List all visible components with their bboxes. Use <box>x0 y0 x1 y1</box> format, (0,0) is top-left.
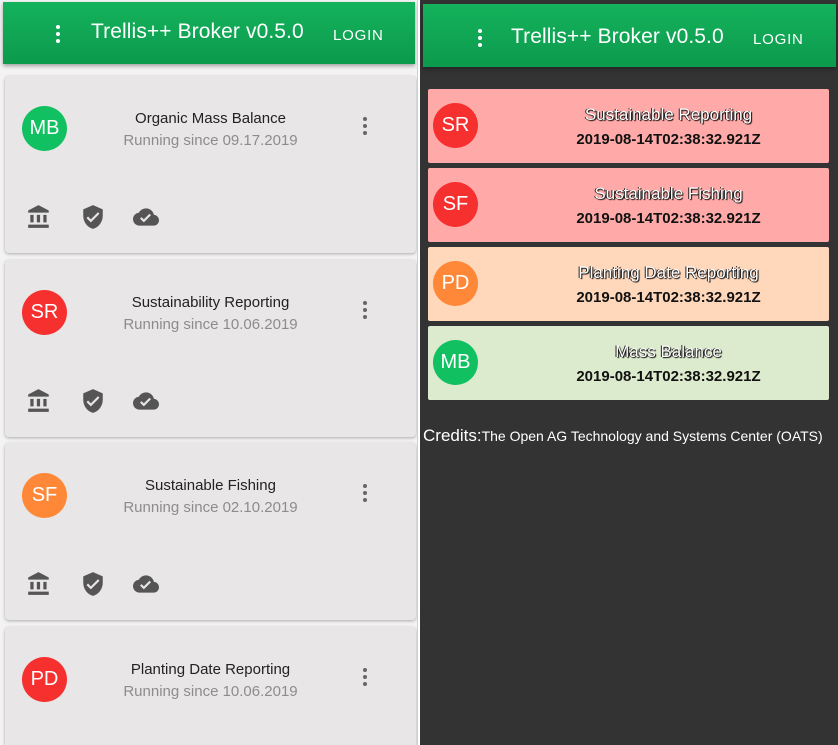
card-menu-icon[interactable] <box>355 665 375 689</box>
left-screen: Trellis++ Broker v0.5.0 LOGIN MB Organic… <box>0 0 418 745</box>
status-item-sustainable-reporting[interactable]: SR Sustainable Reporting 2019-08-14T02:3… <box>428 89 829 163</box>
avatar: SF <box>22 473 67 518</box>
card-menu-icon[interactable] <box>355 114 375 138</box>
card-menu-icon[interactable] <box>355 298 375 322</box>
status-timestamp: 2019-08-14T02:38:32.921Z <box>576 368 761 385</box>
avatar: SR <box>22 290 67 335</box>
bank-icon[interactable] <box>24 571 54 597</box>
login-button[interactable]: LOGIN <box>333 27 384 44</box>
avatar: SF <box>433 182 478 227</box>
service-card-sustainability-reporting[interactable]: SR Sustainability Reporting Running sinc… <box>5 260 416 437</box>
card-subtitle: Running since 02.10.2019 <box>123 499 298 516</box>
status-item-mass-balance[interactable]: MB Mass Balance 2019-08-14T02:38:32.921Z <box>428 326 829 400</box>
status-title: Planting Date Reporting <box>578 263 759 282</box>
card-title: Sustainable Fishing <box>145 477 276 494</box>
app-bar: Trellis++ Broker v0.5.0 LOGIN <box>3 2 415 64</box>
service-card-mass-balance[interactable]: MB Organic Mass Balance Running since 09… <box>5 76 416 253</box>
card-subtitle: Running since 10.06.2019 <box>123 683 298 700</box>
avatar: PD <box>22 657 67 702</box>
credits-label: Credits: <box>423 426 482 445</box>
app-title: Trellis++ Broker v0.5.0 <box>91 20 304 43</box>
status-item-sustainable-fishing[interactable]: SF Sustainable Fishing 2019-08-14T02:38:… <box>428 168 829 242</box>
avatar: SR <box>433 103 478 148</box>
card-title: Organic Mass Balance <box>135 110 286 127</box>
shield-check-icon[interactable] <box>78 204 108 230</box>
status-timestamp: 2019-08-14T02:38:32.921Z <box>576 131 761 148</box>
card-title: Sustainability Reporting <box>131 294 290 311</box>
cloud-check-icon[interactable] <box>131 204 161 230</box>
app-title: Trellis++ Broker v0.5.0 <box>511 25 724 48</box>
cloud-check-icon[interactable] <box>131 388 161 414</box>
credits-text: The Open AG Technology and Systems Cente… <box>481 428 823 444</box>
app-bar: Trellis++ Broker v0.5.0 LOGIN <box>423 4 836 67</box>
bank-icon[interactable] <box>24 204 54 230</box>
login-button[interactable]: LOGIN <box>753 31 804 48</box>
card-subtitle: Running since 09.17.2019 <box>123 132 298 149</box>
menu-icon[interactable] <box>469 27 491 49</box>
bank-icon[interactable] <box>24 388 54 414</box>
status-timestamp: 2019-08-14T02:38:32.921Z <box>576 210 761 227</box>
menu-icon[interactable] <box>47 23 69 45</box>
card-title: Planting Date Reporting <box>130 661 291 678</box>
right-screen: Trellis++ Broker v0.5.0 LOGIN SR Sustain… <box>420 0 838 745</box>
card-subtitle: Running since 10.06.2019 <box>123 316 298 333</box>
status-title: Sustainable Reporting <box>584 105 753 124</box>
status-title: Mass Balance <box>615 342 722 361</box>
shield-check-icon[interactable] <box>78 571 108 597</box>
avatar: MB <box>433 340 478 385</box>
status-timestamp: 2019-08-14T02:38:32.921Z <box>576 289 761 306</box>
status-title: Sustainable Fishing <box>594 184 743 203</box>
cloud-check-icon[interactable] <box>131 571 161 597</box>
shield-check-icon[interactable] <box>78 388 108 414</box>
service-card-sustainable-fishing[interactable]: SF Sustainable Fishing Running since 02.… <box>5 443 416 620</box>
status-item-planting-date-reporting[interactable]: PD Planting Date Reporting 2019-08-14T02… <box>428 247 829 321</box>
credits: Credits:The Open AG Technology and Syste… <box>423 426 823 446</box>
service-card-planting-date-reporting[interactable]: PD Planting Date Reporting Running since… <box>5 627 416 745</box>
card-menu-icon[interactable] <box>355 481 375 505</box>
avatar: PD <box>433 261 478 306</box>
avatar: MB <box>22 106 67 151</box>
